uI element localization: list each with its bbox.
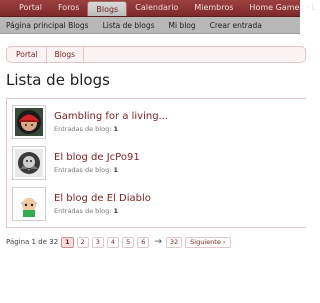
red-cap-player-avatar-icon: [15, 108, 43, 136]
page-link-last[interactable]: 32: [165, 236, 183, 248]
tab-blogs[interactable]: Blogs: [87, 1, 128, 16]
main-nav: Portal Foros Blogs Calendario Miembros H…: [0, 0, 316, 17]
subnav-blogs-home[interactable]: Página principal Blogs: [0, 21, 96, 30]
tab-home-games[interactable]: Home Games - L: [241, 0, 320, 16]
page-link[interactable]: 2: [76, 236, 89, 248]
blog-title-link[interactable]: El blog de JcPo91: [54, 152, 140, 163]
avatar[interactable]: [12, 187, 46, 221]
pagination: Página 1 de 32 1 2 3 4 5 6 → 32 Siguient…: [6, 236, 234, 248]
breadcrumb: Portal Blogs: [6, 46, 306, 63]
avatar[interactable]: [12, 146, 46, 180]
page-indicator: Página 1 de 32: [6, 238, 59, 246]
page-link-current[interactable]: 1: [61, 236, 74, 248]
blog-entry-count: Entradas de blog: 1: [54, 125, 119, 133]
arrow-right-icon: →: [154, 237, 162, 247]
blog-title-link[interactable]: Gambling for a living...: [54, 111, 168, 122]
list-item: El blog de El Diablo Entradas de blog: 1: [12, 185, 302, 223]
list-item: Gambling for a living... Entradas de blo…: [12, 103, 302, 141]
masked-figure-avatar-icon: [15, 149, 43, 177]
subnav-create-entry[interactable]: Crear entrada: [203, 21, 269, 30]
page-link[interactable]: 4: [106, 236, 120, 248]
avatar[interactable]: [12, 105, 46, 139]
page-title: Lista de blogs: [6, 71, 110, 89]
blog-title-link[interactable]: El blog de El Diablo: [54, 193, 151, 204]
blog-entry-count: Entradas de blog: 1: [54, 207, 119, 215]
page-link[interactable]: 5: [122, 236, 135, 248]
page-link[interactable]: 6: [137, 236, 150, 248]
subnav-blog-list[interactable]: Lista de blogs: [96, 21, 162, 30]
breadcrumb-blogs[interactable]: Blogs: [47, 47, 85, 62]
blog-entry-count: Entradas de blog: 1: [54, 166, 119, 174]
list-item: El blog de JcPo91 Entradas de blog: 1: [12, 144, 302, 182]
cartoon-kid-avatar-icon: [15, 190, 43, 218]
tab-calendario[interactable]: Calendario: [127, 0, 186, 16]
subnav-my-blog[interactable]: Mi blog: [162, 21, 203, 30]
next-page-button[interactable]: Siguiente ›: [185, 236, 231, 248]
breadcrumb-portal[interactable]: Portal: [7, 47, 47, 62]
blog-list: Gambling for a living... Entradas de blo…: [6, 98, 306, 228]
tab-miembros[interactable]: Miembros: [186, 0, 241, 16]
blogs-subnav: Página principal Blogs Lista de blogs Mi…: [0, 17, 300, 34]
tab-portal[interactable]: Portal: [0, 0, 50, 16]
tab-foros[interactable]: Foros: [50, 0, 87, 16]
page-link[interactable]: 3: [91, 236, 104, 248]
